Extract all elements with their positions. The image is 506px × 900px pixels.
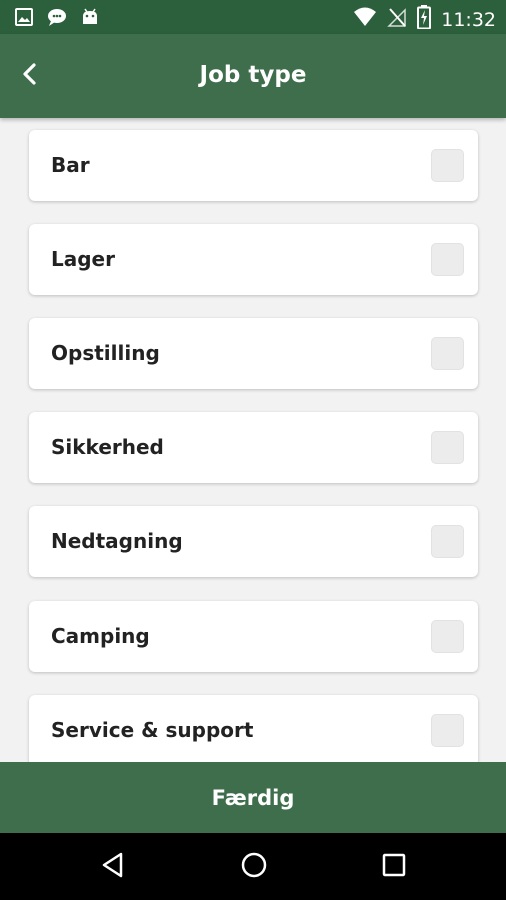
android-icon bbox=[80, 7, 100, 32]
job-type-checkbox[interactable] bbox=[431, 525, 464, 558]
job-type-label: Camping bbox=[51, 624, 150, 648]
job-type-label: Lager bbox=[51, 247, 115, 271]
no-signal-icon bbox=[387, 6, 407, 33]
job-type-item-bar[interactable]: Bar bbox=[29, 130, 478, 201]
job-type-label: Bar bbox=[51, 153, 90, 177]
back-triangle-icon bbox=[100, 851, 126, 884]
job-type-item-service-support[interactable]: Service & support bbox=[29, 695, 478, 762]
done-button[interactable]: Færdig bbox=[0, 762, 506, 833]
battery-charging-icon bbox=[417, 5, 432, 34]
navigation-bar bbox=[0, 833, 506, 900]
job-type-item-sikkerhed[interactable]: Sikkerhed bbox=[29, 412, 478, 483]
home-circle-icon bbox=[240, 851, 268, 884]
job-type-checkbox[interactable] bbox=[431, 714, 464, 747]
job-type-item-opstilling[interactable]: Opstilling bbox=[29, 318, 478, 389]
job-type-item-camping[interactable]: Camping bbox=[29, 601, 478, 672]
status-bar: 11:32 bbox=[0, 0, 506, 34]
clock: 11:32 bbox=[441, 8, 496, 31]
job-type-checkbox[interactable] bbox=[431, 149, 464, 182]
job-type-checkbox[interactable] bbox=[431, 337, 464, 370]
job-type-label: Service & support bbox=[51, 718, 254, 742]
done-button-label: Færdig bbox=[211, 785, 295, 810]
system-icons: 11:32 bbox=[353, 5, 496, 34]
app-bar: Job type bbox=[0, 34, 506, 118]
nav-home-button[interactable] bbox=[234, 847, 274, 887]
job-type-item-nedtagning[interactable]: Nedtagning bbox=[29, 506, 478, 577]
job-type-label: Opstilling bbox=[51, 341, 160, 365]
job-type-checkbox[interactable] bbox=[431, 243, 464, 276]
job-type-item-lager[interactable]: Lager bbox=[29, 224, 478, 295]
nav-recents-button[interactable] bbox=[374, 847, 414, 887]
notification-icons bbox=[14, 7, 100, 32]
job-type-checkbox[interactable] bbox=[431, 620, 464, 653]
nav-back-button[interactable] bbox=[93, 847, 133, 887]
job-type-label: Nedtagning bbox=[51, 529, 183, 553]
image-icon bbox=[14, 7, 34, 32]
job-type-checkbox[interactable] bbox=[431, 431, 464, 464]
job-type-list[interactable]: Bar Lager Opstilling Sikkerhed Nedtagnin… bbox=[0, 118, 506, 762]
job-type-label: Sikkerhed bbox=[51, 435, 164, 459]
page-title: Job type bbox=[199, 62, 307, 88]
chat-icon bbox=[46, 7, 68, 32]
recents-square-icon bbox=[381, 852, 407, 883]
wifi-icon bbox=[353, 6, 377, 33]
